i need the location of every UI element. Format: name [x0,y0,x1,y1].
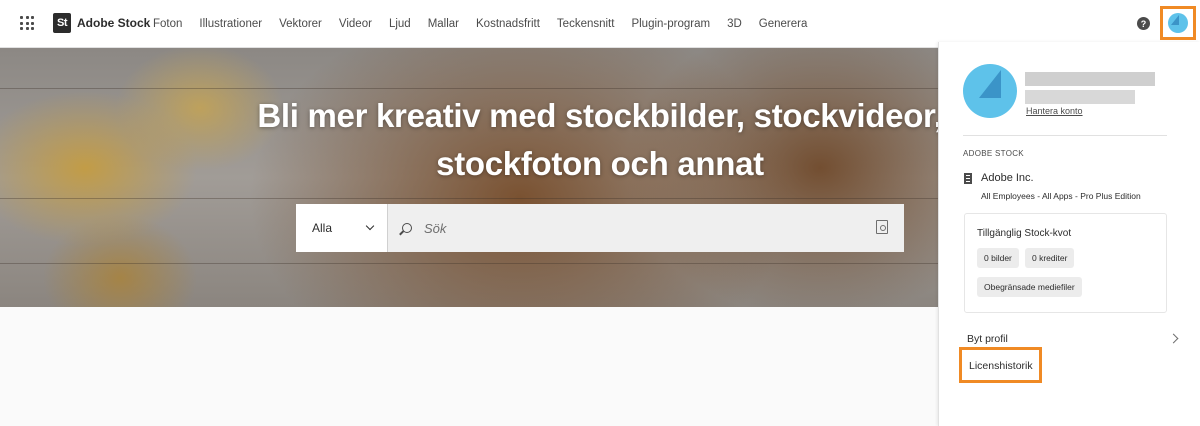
chevron-down-icon [365,221,375,231]
divider [963,135,1167,136]
hero-title: Bli mer kreativ med stockbilder, stockvi… [250,92,938,188]
avatar [1168,13,1188,33]
building-icon [964,173,972,184]
nav-kostnadsfritt[interactable]: Kostnadsfritt [476,18,540,30]
redacted-user-email [1025,90,1135,104]
hero-title-line-1: Bli mer kreativ med stockbilder, stockvi… [257,97,938,134]
quota-unlimited-badge: Obegränsade mediefiler [977,277,1082,297]
account-panel: Hantera konto ADOBE STOCK Adobe Inc. All… [938,42,1200,426]
nav-illustrationer[interactable]: Illustrationer [199,18,262,30]
nav-ljud[interactable]: Ljud [389,18,411,30]
redacted-user-name [1025,72,1155,86]
search-category-select[interactable]: Alla [296,204,388,252]
quota-images-badge: 0 bilder [977,248,1019,268]
visual-search-icon[interactable] [876,220,888,234]
help-icon[interactable]: ? [1137,17,1150,30]
adobe-stock-logo[interactable]: St Adobe Stock [53,12,150,34]
adobe-stock-logo-mark: St [53,13,71,33]
nav-teckensnitt[interactable]: Teckensnitt [557,18,615,30]
hero-decor-line [0,263,938,264]
nav-generera[interactable]: Generera [759,18,808,30]
hero-title-line-2: stockfoton och annat [436,145,764,182]
search-input[interactable] [424,220,804,236]
nav-3d[interactable]: 3D [727,18,742,30]
apps-grid-icon[interactable] [20,16,34,30]
section-label: ADOBE STOCK [963,149,1024,158]
organization-plan: All Employees - All Apps - Pro Plus Edit… [981,191,1141,201]
nav-plugin-program[interactable]: Plugin-program [631,18,710,30]
organization-name: Adobe Inc. [981,172,1034,184]
manage-account-link[interactable]: Hantera konto [1026,106,1083,116]
search-icon [402,223,412,233]
stock-quota-card: Tillgänglig Stock-kvot 0 bilder 0 kredit… [964,213,1167,313]
adobe-stock-logo-text: Adobe Stock [77,16,151,30]
top-navigation-bar: St Adobe Stock Foton Illustrationer Vekt… [0,0,1200,48]
quota-credits-badge: 0 krediter [1025,248,1075,268]
hero-banner: Bli mer kreativ med stockbilder, stockvi… [0,48,938,307]
search-category-label: Alla [312,221,333,235]
account-avatar-button[interactable] [1160,6,1196,40]
hero-decor-line [0,198,938,199]
switch-profile-label: Byt profil [967,333,1008,345]
nav-vektorer[interactable]: Vektorer [279,18,322,30]
license-history-label: Licenshistorik [969,360,1033,372]
nav-foton[interactable]: Foton [153,18,182,30]
switch-profile-item[interactable]: Byt profil [967,329,1179,349]
nav-videor[interactable]: Videor [339,18,372,30]
chevron-right-icon [1168,333,1179,344]
nav-mallar[interactable]: Mallar [428,18,459,30]
license-history-item[interactable]: Licenshistorik [959,347,1042,383]
hero-decor-line [0,88,938,89]
search-field [388,204,904,252]
search-bar: Alla [296,204,904,252]
main-nav: Foton Illustrationer Vektorer Videor Lju… [153,0,824,48]
quota-title: Tillgänglig Stock-kvot [977,228,1072,239]
profile-avatar [963,64,1017,118]
